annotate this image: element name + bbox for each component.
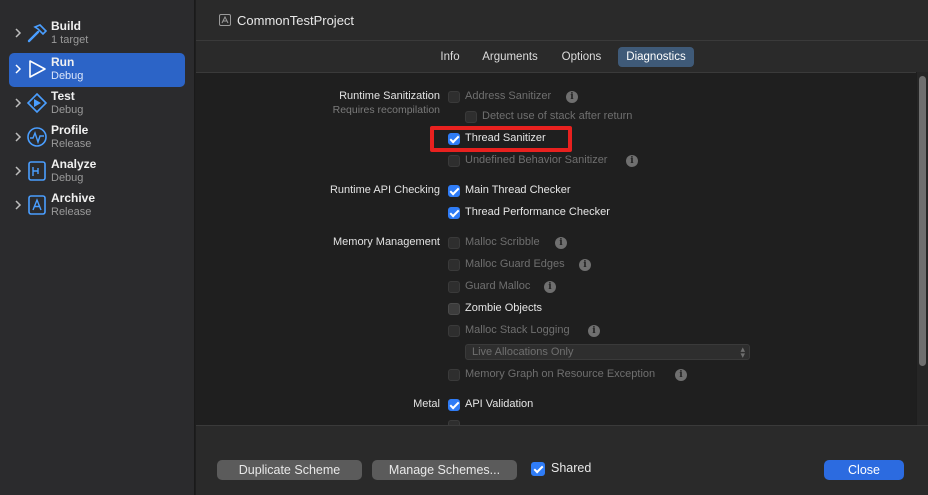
option-label: Guard Malloc (465, 280, 531, 292)
malloc-stack-logging-checkbox[interactable] (448, 325, 460, 337)
info-icon[interactable]: i (675, 369, 687, 381)
sidebar-item-title: Run (51, 55, 75, 69)
scheme-header: CommonTestProject Info Arguments Options… (196, 0, 928, 72)
option-label: Malloc Scribble (465, 236, 540, 248)
sidebar-item-title: Analyze (51, 157, 97, 171)
shared-checkbox[interactable] (531, 462, 545, 476)
sidebar-item-title: Archive (51, 191, 96, 205)
sidebar-item-run[interactable]: Run Debug (9, 53, 185, 87)
memory-graph-checkbox[interactable] (448, 369, 460, 381)
chevron-right-icon[interactable] (14, 98, 24, 108)
option-label: Thread Performance Checker (465, 206, 610, 218)
zombie-objects-checkbox[interactable] (448, 303, 460, 315)
runtime-sanitization-label: Runtime Sanitization (339, 90, 440, 102)
main-thread-checker-checkbox[interactable] (448, 185, 460, 197)
chevron-right-icon[interactable] (14, 28, 24, 38)
tab-diagnostics[interactable]: Diagnostics (618, 47, 694, 67)
stack-logging-popup[interactable]: Live Allocations Only ▴ ▾ (465, 344, 750, 360)
footer-bar: Duplicate Scheme Manage Schemes... Share… (196, 425, 928, 495)
tab-arguments[interactable]: Arguments (475, 47, 545, 67)
close-button[interactable]: Close (824, 460, 904, 480)
info-icon[interactable]: i (588, 325, 600, 337)
sidebar-item-title: Test (51, 89, 75, 103)
info-icon[interactable]: i (579, 259, 591, 271)
sidebar-item-profile[interactable]: Profile Release (9, 121, 185, 155)
test-diamond-icon (26, 92, 48, 114)
popup-value: Live Allocations Only (472, 346, 574, 358)
sidebar-item-build[interactable]: Build 1 target (9, 17, 185, 51)
sidebar-item-subtitle: Release (51, 138, 92, 150)
duplicate-scheme-button[interactable]: Duplicate Scheme (217, 460, 362, 480)
info-icon[interactable]: i (566, 91, 578, 103)
tab-info[interactable]: Info (433, 47, 467, 67)
chevron-right-icon[interactable] (14, 166, 24, 176)
requires-recompilation-label: Requires recompilation (332, 104, 440, 116)
info-icon[interactable]: i (626, 155, 638, 167)
undefined-behavior-sanitizer-checkbox[interactable] (448, 155, 460, 167)
manage-schemes-button[interactable]: Manage Schemes... (372, 460, 517, 480)
up-down-arrows-icon: ▴ ▾ (740, 344, 745, 360)
memory-management-label: Memory Management (333, 236, 440, 248)
sidebar-item-subtitle: 1 target (51, 34, 89, 46)
malloc-scribble-checkbox[interactable] (448, 237, 460, 249)
runtime-api-checking-label: Runtime API Checking (329, 184, 440, 196)
guard-malloc-checkbox[interactable] (448, 281, 460, 293)
sidebar-item-title: Profile (51, 123, 89, 137)
metal-label: Metal (413, 398, 440, 410)
shared-label: Shared (551, 461, 592, 475)
project-icon (219, 14, 231, 26)
info-icon[interactable]: i (544, 281, 556, 293)
sidebar-item-subtitle: Release (51, 206, 92, 218)
waveform-icon (26, 126, 48, 148)
sidebar-item-title: Build (51, 19, 81, 33)
option-label: API Validation (465, 398, 534, 410)
annotation-highlight-box (430, 126, 572, 152)
hammer-icon (26, 22, 48, 44)
chevron-right-icon[interactable] (14, 132, 24, 142)
project-title: CommonTestProject (237, 13, 355, 28)
tab-bar: Info Arguments Options Diagnostics (196, 47, 928, 67)
option-label: Memory Graph on Resource Exception (465, 368, 656, 380)
option-label: Zombie Objects (465, 302, 543, 314)
option-label: Detect use of stack after return (482, 110, 633, 122)
sidebar-item-analyze[interactable]: Analyze Debug (9, 155, 185, 189)
option-label: Undefined Behavior Sanitizer (465, 154, 608, 166)
address-sanitizer-checkbox[interactable] (448, 91, 460, 103)
scrollbar-thumb[interactable] (919, 76, 926, 366)
chevron-right-icon[interactable] (14, 200, 24, 210)
vertical-scrollbar[interactable] (917, 72, 928, 425)
sidebar-item-subtitle: Debug (51, 104, 84, 116)
sidebar-item-archive[interactable]: Archive Release (9, 189, 185, 223)
detect-stack-after-return-checkbox[interactable] (465, 111, 477, 123)
tab-options[interactable]: Options (553, 47, 610, 67)
option-label: Malloc Guard Edges (465, 258, 565, 270)
option-label: Address Sanitizer (465, 90, 552, 102)
option-label: Main Thread Checker (465, 184, 571, 196)
info-icon[interactable]: i (555, 237, 567, 249)
archive-icon (26, 194, 48, 216)
play-icon (26, 58, 48, 80)
sidebar-item-test[interactable]: Test Debug (9, 87, 185, 121)
sidebar-item-subtitle: Debug (51, 172, 84, 184)
analyze-icon (26, 160, 48, 182)
diagnostics-pane: Runtime Sanitization Requires recompilat… (196, 72, 916, 425)
sidebar-item-subtitle: Debug (51, 70, 84, 82)
scheme-action-sidebar: Build 1 target Run Debug Test Debug Prof… (0, 0, 195, 495)
header-divider (196, 40, 928, 41)
thread-performance-checker-checkbox[interactable] (448, 207, 460, 219)
malloc-guard-edges-checkbox[interactable] (448, 259, 460, 271)
chevron-right-icon[interactable] (14, 64, 24, 74)
option-label: Malloc Stack Logging (465, 324, 570, 336)
api-validation-checkbox[interactable] (448, 399, 460, 411)
